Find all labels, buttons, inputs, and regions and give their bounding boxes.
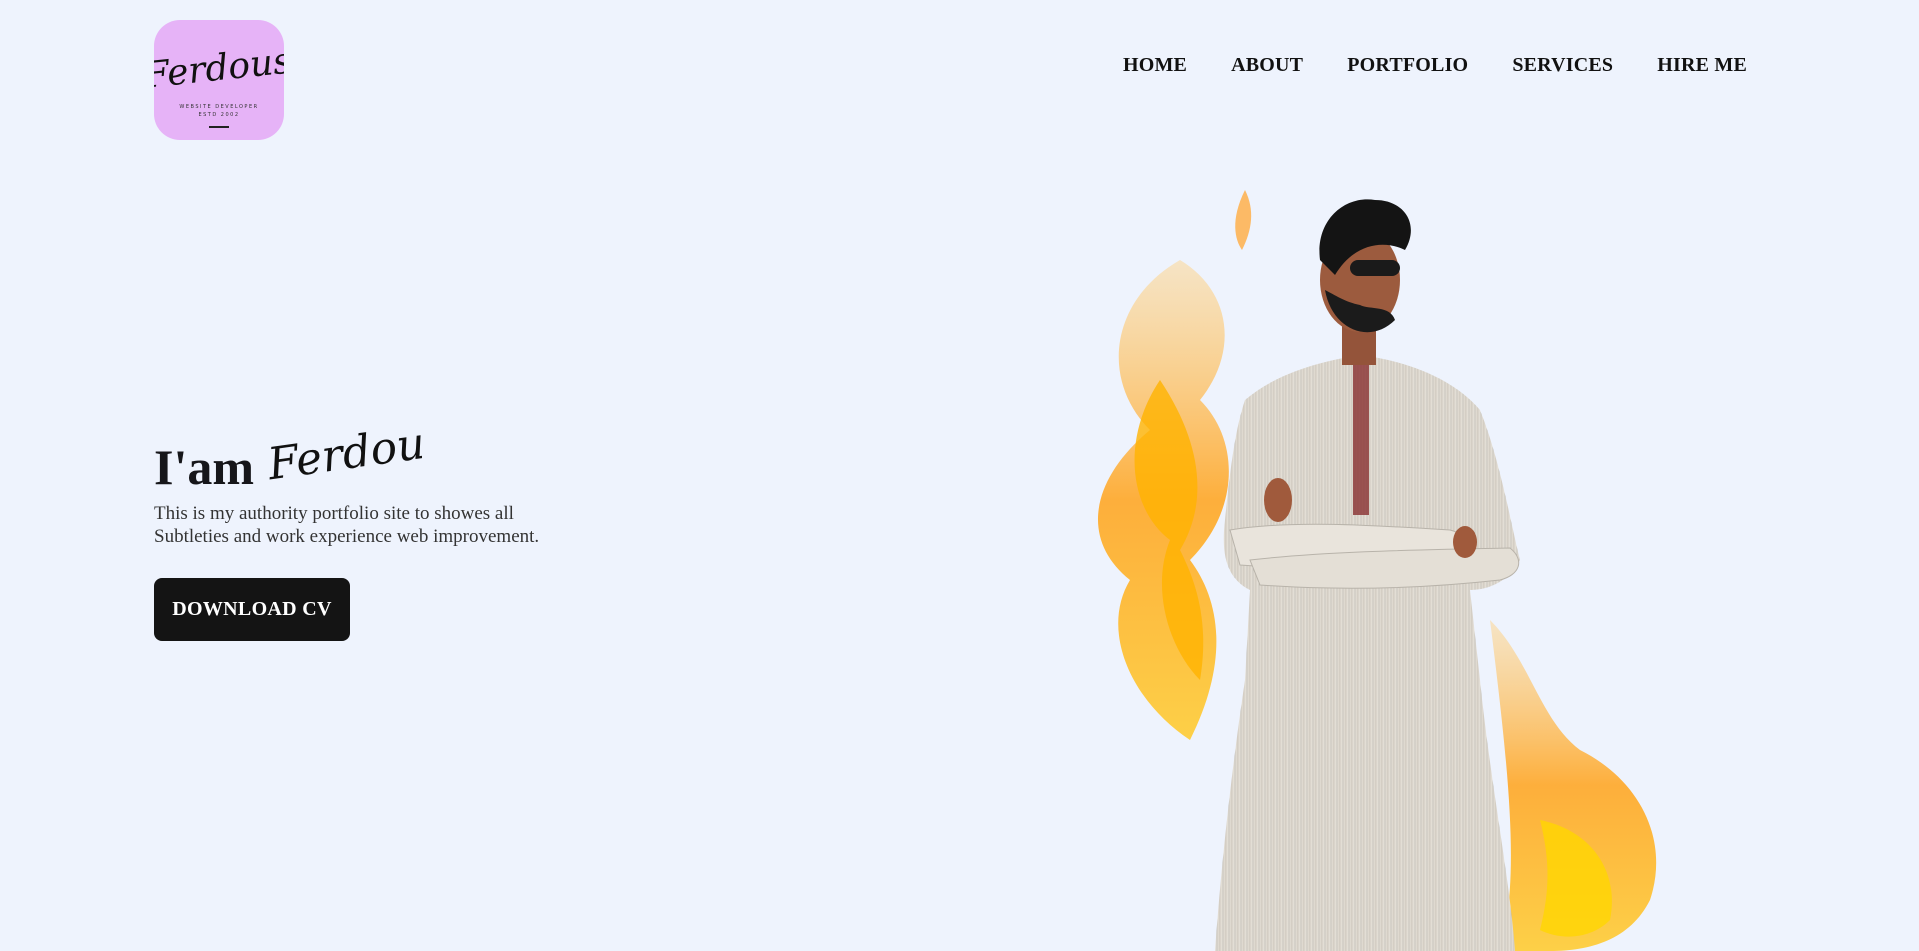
page: Ferdous WEBSITE DEVELOPER ESTD 2002 HOME… xyxy=(0,0,1919,951)
logo-name: Ferdous xyxy=(154,40,284,96)
logo-script-graphic: Ferdous xyxy=(154,40,284,96)
hero-description-line2: Subtleties and work experience web impro… xyxy=(154,526,540,547)
flame-tip xyxy=(1235,190,1252,250)
hero-name-graphic: Ferdous xyxy=(264,415,422,491)
site-logo[interactable]: Ferdous WEBSITE DEVELOPER ESTD 2002 xyxy=(154,20,284,140)
nav-portfolio[interactable]: PORTFOLIO xyxy=(1347,54,1468,77)
hero-heading: I'am Ferdous xyxy=(154,410,554,500)
download-cv-button[interactable]: DOWNLOAD CV xyxy=(154,578,350,641)
hero-name: Ferdous xyxy=(264,415,422,491)
nav-services[interactable]: SERVICES xyxy=(1512,54,1613,77)
hero-intro: I'am xyxy=(154,439,254,495)
main-nav: HOME ABOUT PORTFOLIO SERVICES HIRE ME xyxy=(1079,54,1747,77)
logo-underline xyxy=(209,126,229,128)
logo-subtitle: WEBSITE DEVELOPER ESTD 2002 xyxy=(154,103,284,119)
nav-about[interactable]: ABOUT xyxy=(1231,54,1303,77)
hero-description-line1: This is my authority portfolio site to s… xyxy=(154,503,514,524)
placket xyxy=(1353,365,1369,515)
hero-description: This is my authority portfolio site to s… xyxy=(154,502,594,548)
hand-right xyxy=(1453,526,1477,558)
nav-hire-me[interactable]: HIRE ME xyxy=(1657,54,1747,77)
sunglasses xyxy=(1350,260,1400,276)
nav-home[interactable]: HOME xyxy=(1123,54,1187,77)
logo-subtitle-line2: ESTD 2002 xyxy=(198,112,240,118)
logo-subtitle-line1: WEBSITE DEVELOPER xyxy=(179,104,259,110)
hero-portrait-image xyxy=(1097,190,1657,951)
hand-left xyxy=(1264,478,1292,522)
